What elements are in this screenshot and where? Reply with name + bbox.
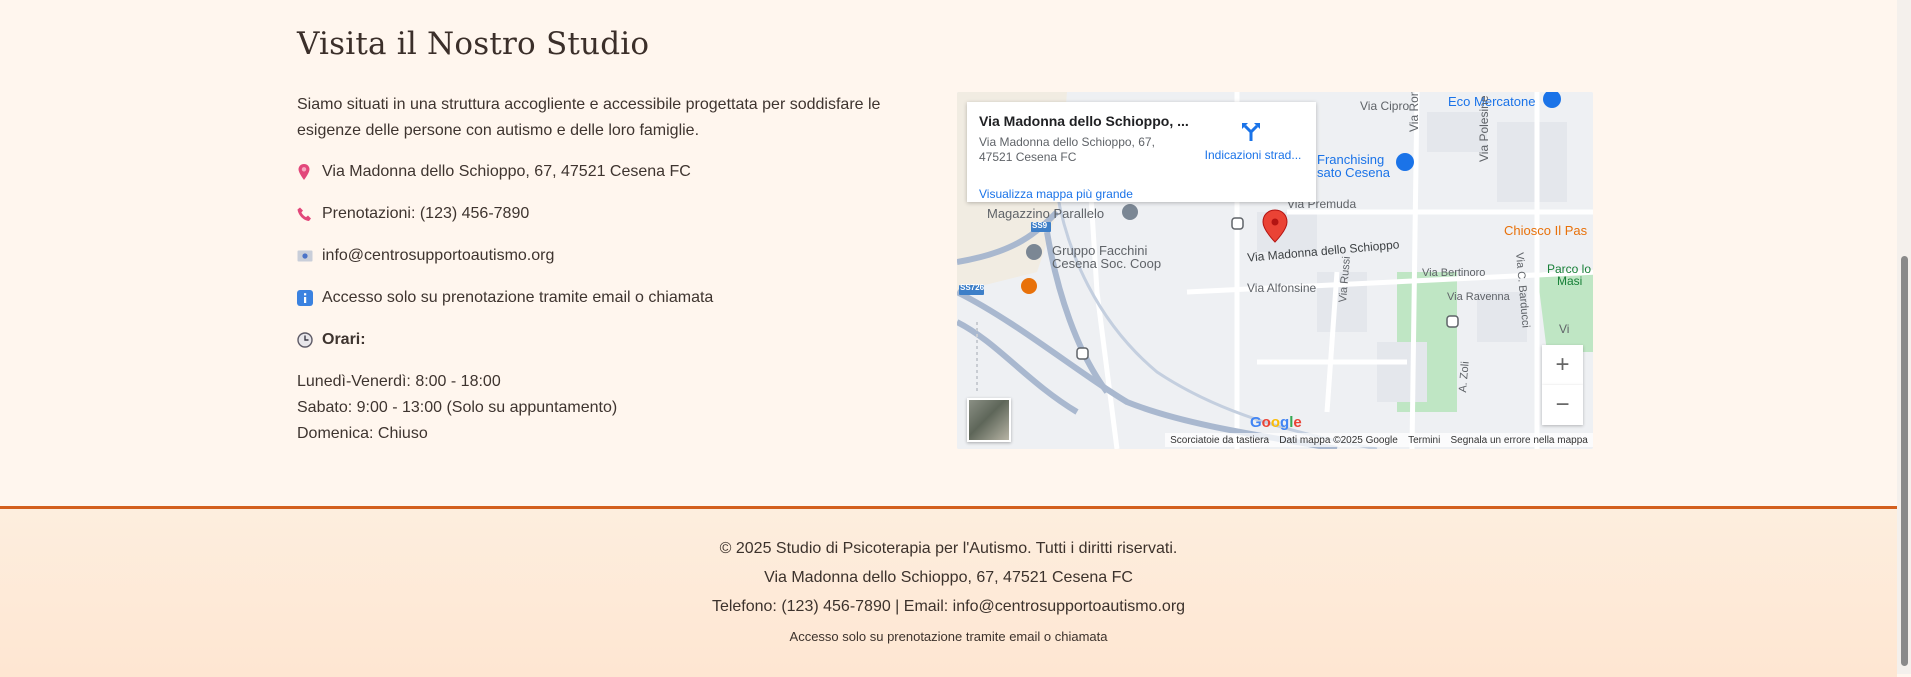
- plus-icon: +: [1555, 351, 1570, 378]
- map-label: Vi: [1559, 322, 1570, 336]
- map-data-text: Dati mappa ©2025 Google: [1279, 434, 1398, 446]
- map-label: Via Ravenna: [1447, 291, 1510, 303]
- email-icon: [297, 249, 322, 263]
- map-label: Via Polesine: [1477, 95, 1491, 163]
- map-label: Cesena Soc. Coop: [1052, 256, 1162, 271]
- access-text: Accesso solo su prenotazione tramite ema…: [322, 289, 714, 306]
- map-label: Eco Mercatone: [1448, 94, 1536, 109]
- phone-text: Prenotazioni: (123) 456-7890: [322, 205, 530, 222]
- keyboard-shortcuts-link[interactable]: Scorciatoie da tastiera: [1170, 435, 1269, 446]
- place-info-card: Via Madonna dello Schioppo, ... Via Mado…: [967, 102, 1316, 202]
- zoom-in-button[interactable]: +: [1542, 345, 1583, 385]
- site-footer: © 2025 Studio di Psicoterapia per l'Auti…: [0, 506, 1897, 677]
- shop-marker[interactable]: [1396, 153, 1414, 171]
- clock-icon: [297, 332, 322, 348]
- footer-note: Accesso solo su prenotazione tramite ema…: [789, 629, 1108, 644]
- minus-icon: −: [1555, 391, 1570, 418]
- satellite-toggle-thumbnail[interactable]: [967, 398, 1011, 442]
- hours-heading-row: Orari:: [297, 327, 942, 353]
- scrollbar-thumb[interactable]: [1901, 256, 1908, 666]
- map-label: Chiosco Il Pas: [1504, 223, 1588, 238]
- footer-contacts: Telefono: (123) 456-7890 | Email: info@c…: [711, 598, 1186, 615]
- map-label: Via Cipro: [1360, 99, 1410, 113]
- access-row: Accesso solo su prenotazione tramite ema…: [297, 285, 942, 311]
- location-pin-icon: [297, 163, 322, 181]
- footer-address: Via Madonna dello Schioppo, 67, 47521 Ce…: [764, 569, 1133, 586]
- footer-copyright: © 2025 Studio di Psicoterapia per l'Auti…: [719, 540, 1178, 557]
- hours-weekdays: Lunedì-Venerdì: 8:00 - 18:00: [297, 373, 501, 390]
- address-text: Via Madonna dello Schioppo, 67, 47521 Ce…: [322, 163, 691, 180]
- map-label: SS9: [1032, 221, 1048, 230]
- place-title: Via Madonna dello Schioppo, ...: [979, 113, 1189, 129]
- info-icon: [297, 290, 322, 306]
- hours-list: Lunedì-Venerdì: 8:00 - 18:00 Sabato: 9:0…: [297, 369, 942, 447]
- section-title: Visita il Nostro Studio: [297, 26, 650, 62]
- terms-link[interactable]: Termini: [1408, 435, 1440, 446]
- map-label: SS726: [960, 283, 985, 292]
- larger-map-link[interactable]: Visualizza mappa più grande: [979, 187, 1133, 201]
- bus-stop-icon[interactable]: [1231, 217, 1244, 230]
- hours-saturday: Sabato: 9:00 - 13:00 (Solo su appuntamen…: [297, 399, 618, 416]
- restaurant-marker[interactable]: [1021, 278, 1037, 294]
- bus-stop-icon[interactable]: [1076, 347, 1089, 360]
- address-row: Via Madonna dello Schioppo, 67, 47521 Ce…: [297, 159, 942, 185]
- telephone-icon: [297, 206, 322, 222]
- gruppo-marker[interactable]: [1026, 244, 1042, 260]
- hours-sunday: Domenica: Chiuso: [297, 425, 428, 442]
- directions-icon[interactable]: [1241, 122, 1261, 147]
- directions-link[interactable]: Indicazioni strad...: [1198, 148, 1308, 162]
- intro-text: Siamo situati in una struttura accoglien…: [297, 96, 881, 139]
- phone-row: Prenotazioni: (123) 456-7890: [297, 201, 942, 227]
- visit-section: Visita il Nostro Studio Siamo situati in…: [297, 0, 1597, 506]
- map-label: Via Alfonsine: [1247, 281, 1317, 295]
- report-error-link[interactable]: Segnala un errore nella mappa: [1451, 435, 1588, 446]
- page-scrollbar[interactable]: [1897, 0, 1911, 674]
- magazzino-marker[interactable]: [1122, 204, 1138, 220]
- map-attribution: Scorciatoie da tastiera Dati mappa ©2025…: [1165, 433, 1593, 447]
- bus-stop-icon[interactable]: [1446, 315, 1459, 328]
- email-row: info@centrosupportoautismo.org: [297, 243, 942, 269]
- map-label: Via Bertinoro: [1422, 267, 1486, 279]
- map-label: Magazzino Parallelo: [987, 206, 1105, 221]
- map-label: Via Romagna: [1407, 92, 1421, 132]
- contact-info: Siamo situati in una struttura accoglien…: [297, 92, 942, 447]
- map-label: Masi: [1557, 274, 1583, 288]
- embedded-map[interactable]: Via Cipro Eco Mercatone Via Romagna Via …: [957, 92, 1593, 449]
- google-logo: Google: [1250, 414, 1302, 431]
- hours-label: Orari:: [322, 331, 366, 348]
- place-address: Via Madonna dello Schioppo, 67, 47521 Ce…: [979, 135, 1155, 164]
- map-label: sato Cesena: [1317, 165, 1390, 180]
- email-text: info@centrosupportoautismo.org: [322, 247, 555, 264]
- zoom-out-button[interactable]: −: [1542, 385, 1583, 425]
